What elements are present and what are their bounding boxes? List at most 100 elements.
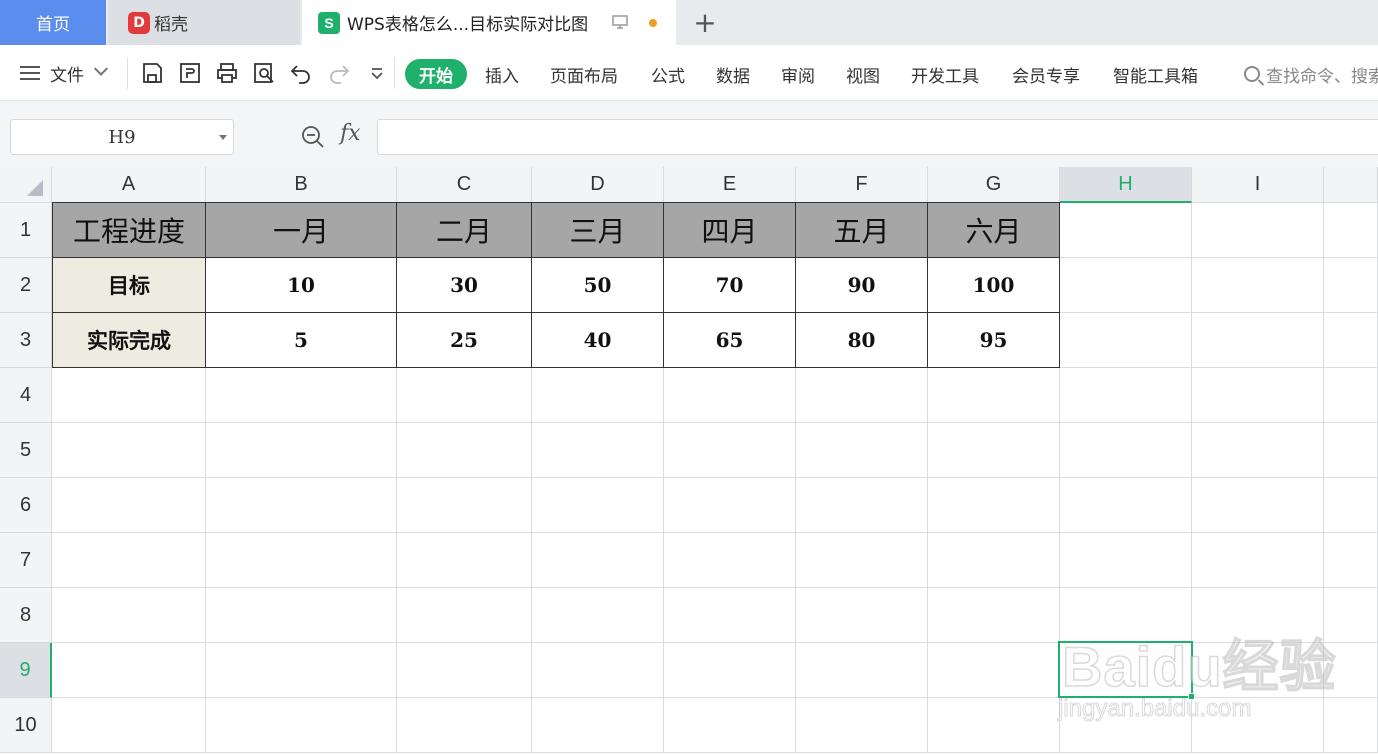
- grid-cell[interactable]: [664, 643, 796, 698]
- grid-cell[interactable]: [1060, 368, 1192, 423]
- row-header-4[interactable]: 4: [0, 368, 52, 423]
- column-header-e[interactable]: E: [664, 167, 796, 203]
- grid-cell[interactable]: [532, 368, 664, 423]
- grid-cell[interactable]: [1324, 533, 1378, 588]
- undo-icon[interactable]: [288, 60, 314, 86]
- grid-cell[interactable]: [664, 588, 796, 643]
- grid-cell[interactable]: [1060, 533, 1192, 588]
- grid-cell[interactable]: [796, 643, 928, 698]
- monitor-icon[interactable]: [612, 15, 628, 29]
- more-dropdown-icon[interactable]: [364, 60, 390, 86]
- grid-cell[interactable]: [532, 588, 664, 643]
- column-header-i[interactable]: I: [1192, 167, 1324, 203]
- table-header-cell[interactable]: 六月: [928, 202, 1060, 258]
- grid-cell[interactable]: [397, 643, 532, 698]
- column-header-b[interactable]: B: [206, 167, 397, 203]
- column-header-d[interactable]: D: [532, 167, 664, 203]
- table-header-cell[interactable]: 四月: [664, 202, 796, 258]
- grid-cell[interactable]: [52, 423, 206, 478]
- grid-cell[interactable]: [1192, 313, 1324, 368]
- grid-cell[interactable]: [206, 698, 397, 753]
- redo-icon[interactable]: [326, 60, 352, 86]
- save-icon[interactable]: [139, 60, 165, 86]
- column-header-h[interactable]: H: [1060, 167, 1192, 203]
- ribbon-tab-page-layout[interactable]: 页面布局: [550, 59, 618, 89]
- grid-cell[interactable]: [1324, 368, 1378, 423]
- select-all-button[interactable]: [0, 167, 52, 203]
- row-header-7[interactable]: 7: [0, 533, 52, 588]
- grid-cell[interactable]: [796, 588, 928, 643]
- ribbon-tab-member[interactable]: 会员专享: [1012, 59, 1080, 89]
- command-search[interactable]: 查找命令、搜索: [1244, 59, 1378, 89]
- grid-cell[interactable]: [1060, 313, 1192, 368]
- grid-cell[interactable]: [1060, 478, 1192, 533]
- ribbon-tab-insert[interactable]: 插入: [485, 59, 519, 89]
- grid-cell[interactable]: [52, 368, 206, 423]
- column-header-g[interactable]: G: [928, 167, 1060, 203]
- export-pdf-icon[interactable]: [177, 60, 203, 86]
- grid-cell[interactable]: [206, 368, 397, 423]
- row-header-1[interactable]: 1: [0, 203, 52, 258]
- row-label-cell[interactable]: 实际完成: [52, 313, 206, 368]
- column-header-a[interactable]: A: [52, 167, 206, 203]
- grid-cell[interactable]: [796, 478, 928, 533]
- grid-cell[interactable]: [52, 698, 206, 753]
- file-menu-button[interactable]: 文件: [20, 59, 109, 87]
- grid-cell[interactable]: [928, 368, 1060, 423]
- value-cell[interactable]: 65: [664, 313, 796, 368]
- grid-cell[interactable]: [1060, 423, 1192, 478]
- grid-cell[interactable]: [52, 478, 206, 533]
- row-header-5[interactable]: 5: [0, 423, 52, 478]
- table-header-cell[interactable]: 三月: [532, 202, 664, 258]
- grid-cell[interactable]: [928, 643, 1060, 698]
- grid-cell[interactable]: [206, 643, 397, 698]
- column-header-extra[interactable]: [1324, 167, 1378, 203]
- value-cell[interactable]: 90: [796, 258, 928, 313]
- grid-cell[interactable]: [206, 423, 397, 478]
- ribbon-tab-review[interactable]: 审阅: [781, 59, 815, 89]
- grid-cell[interactable]: [1324, 423, 1378, 478]
- ribbon-tab-home[interactable]: 开始: [405, 59, 467, 89]
- grid-cell[interactable]: [1060, 203, 1192, 258]
- grid-cell[interactable]: [532, 698, 664, 753]
- row-label-cell[interactable]: 目标: [52, 258, 206, 313]
- grid-cell[interactable]: [928, 588, 1060, 643]
- grid-cell[interactable]: [397, 368, 532, 423]
- value-cell[interactable]: 80: [796, 313, 928, 368]
- grid-cell[interactable]: [796, 368, 928, 423]
- grid-cell[interactable]: [1192, 203, 1324, 258]
- row-header-9[interactable]: 9: [0, 643, 52, 698]
- value-cell[interactable]: 40: [532, 313, 664, 368]
- row-header-8[interactable]: 8: [0, 588, 52, 643]
- column-header-c[interactable]: C: [397, 167, 532, 203]
- new-tab-button[interactable]: +: [690, 6, 720, 39]
- grid-cell[interactable]: [664, 533, 796, 588]
- name-box[interactable]: H9: [10, 119, 234, 155]
- value-cell[interactable]: 10: [206, 258, 397, 313]
- grid-cell[interactable]: [397, 478, 532, 533]
- value-cell[interactable]: 100: [928, 258, 1060, 313]
- grid-cell[interactable]: [397, 588, 532, 643]
- grid-cell[interactable]: [1192, 478, 1324, 533]
- grid-cell[interactable]: [796, 533, 928, 588]
- print-icon[interactable]: [214, 60, 240, 86]
- value-cell[interactable]: 50: [532, 258, 664, 313]
- table-header-cell[interactable]: 工程进度: [52, 202, 206, 258]
- grid-cell[interactable]: [532, 643, 664, 698]
- grid-cell[interactable]: [1192, 423, 1324, 478]
- value-cell[interactable]: 5: [206, 313, 397, 368]
- grid-cell[interactable]: [206, 478, 397, 533]
- table-header-cell[interactable]: 二月: [397, 202, 532, 258]
- value-cell[interactable]: 70: [664, 258, 796, 313]
- grid-cell[interactable]: [1192, 258, 1324, 313]
- grid-cell[interactable]: [1324, 258, 1378, 313]
- grid-cell[interactable]: [928, 698, 1060, 753]
- ribbon-tab-formulas[interactable]: 公式: [651, 59, 685, 89]
- grid-cell[interactable]: [796, 698, 928, 753]
- table-header-cell[interactable]: 五月: [796, 202, 928, 258]
- ribbon-tab-view[interactable]: 视图: [846, 59, 880, 89]
- grid-cell[interactable]: [928, 478, 1060, 533]
- grid-cell[interactable]: [206, 588, 397, 643]
- value-cell[interactable]: 95: [928, 313, 1060, 368]
- grid-cell[interactable]: [928, 423, 1060, 478]
